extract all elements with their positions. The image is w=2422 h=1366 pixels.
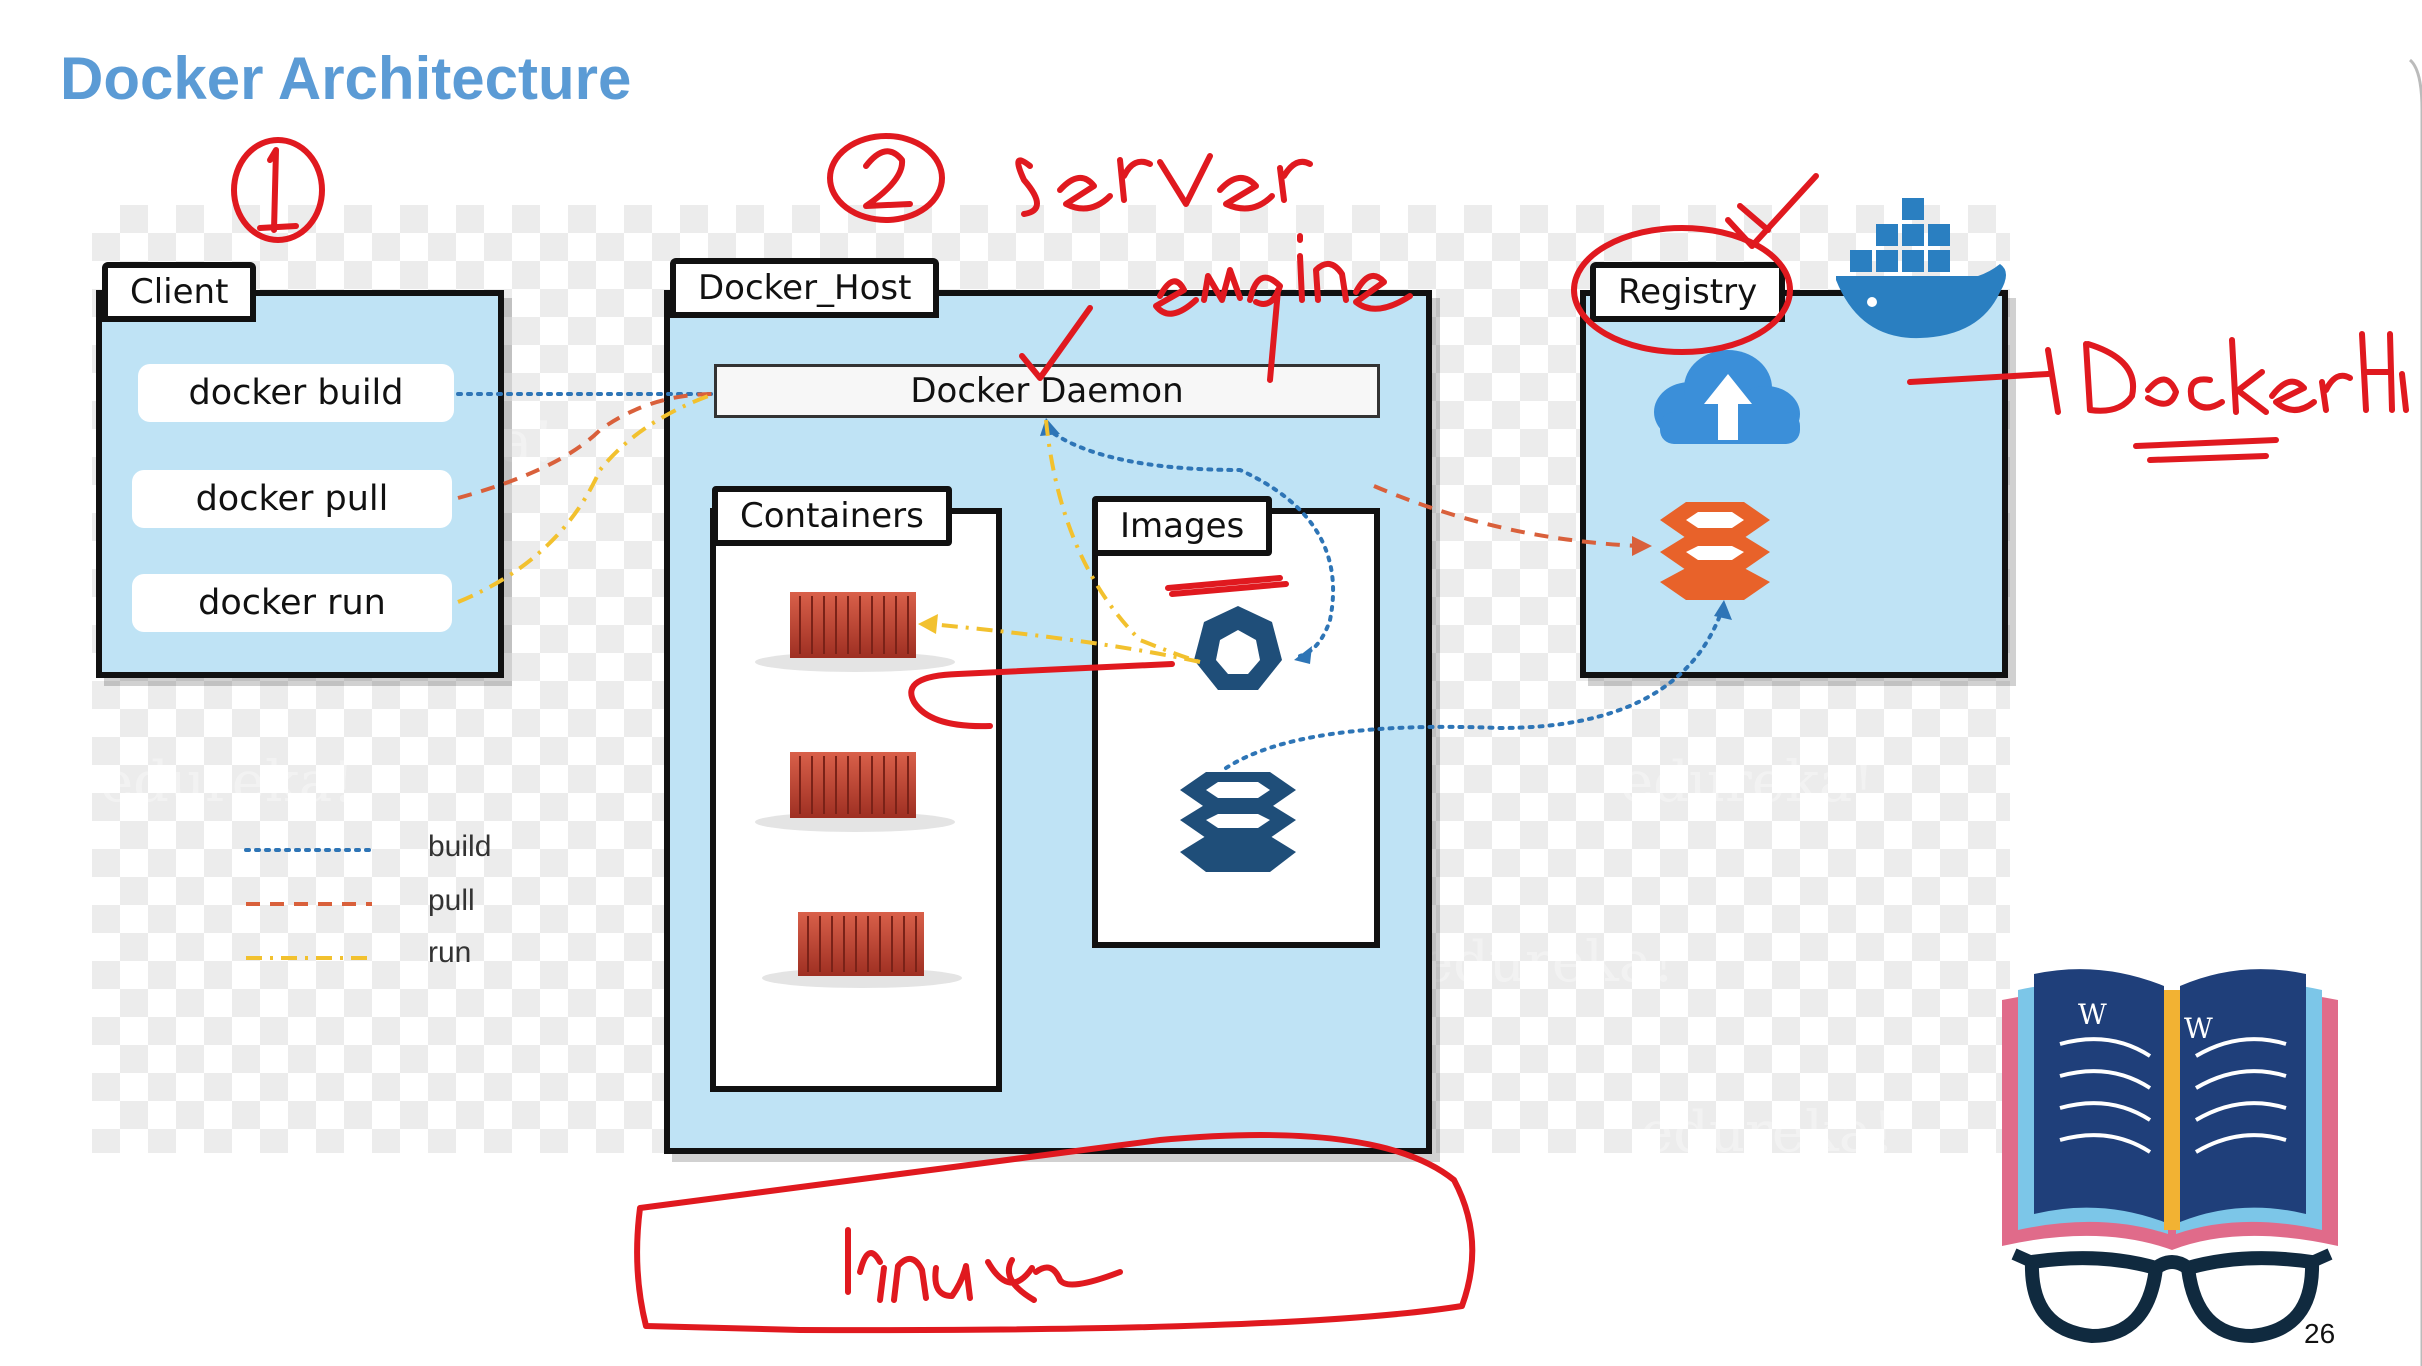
pull-arrowhead [1632,536,1652,556]
image-icon [1194,606,1282,690]
annotation-linux-box [634,1132,1476,1334]
annotation-run-arrow [908,661,1175,730]
cloud-upload-icon [1654,350,1800,444]
pull-connection-line [457,392,1641,548]
annotation-strike [1165,575,1289,597]
annotation-dockerhub [1907,331,2409,463]
diagram-overlay: W W [231,58,2422,1366]
registry-image-stack-icon [1660,502,1770,600]
docker-whale-icon [1836,198,2006,339]
annotation-number-1 [231,137,325,243]
build-connection-line [456,392,1724,770]
run-arrowhead [918,614,938,634]
annotation-number-2 [827,133,945,223]
build-arrowhead [1040,418,1732,664]
annotation-engine [1153,233,1413,383]
page-number: 26 [2304,1318,2336,1349]
image-stack-icon [1180,772,1296,872]
shipping-container-icon [755,752,955,832]
svg-text:W: W [2078,998,2107,1031]
annotation-registry-circle [1571,173,1819,355]
window-edge [2408,58,2422,1366]
annotation-server [1015,153,1313,217]
shipping-container-icon [762,912,962,988]
book-glasses-logo: W W [2002,969,2338,1344]
annotation-daemon-check [1019,305,1093,381]
annotation-linux-word [845,1227,1123,1303]
svg-text:W: W [2184,1012,2213,1045]
shipping-container-icon [755,592,955,672]
